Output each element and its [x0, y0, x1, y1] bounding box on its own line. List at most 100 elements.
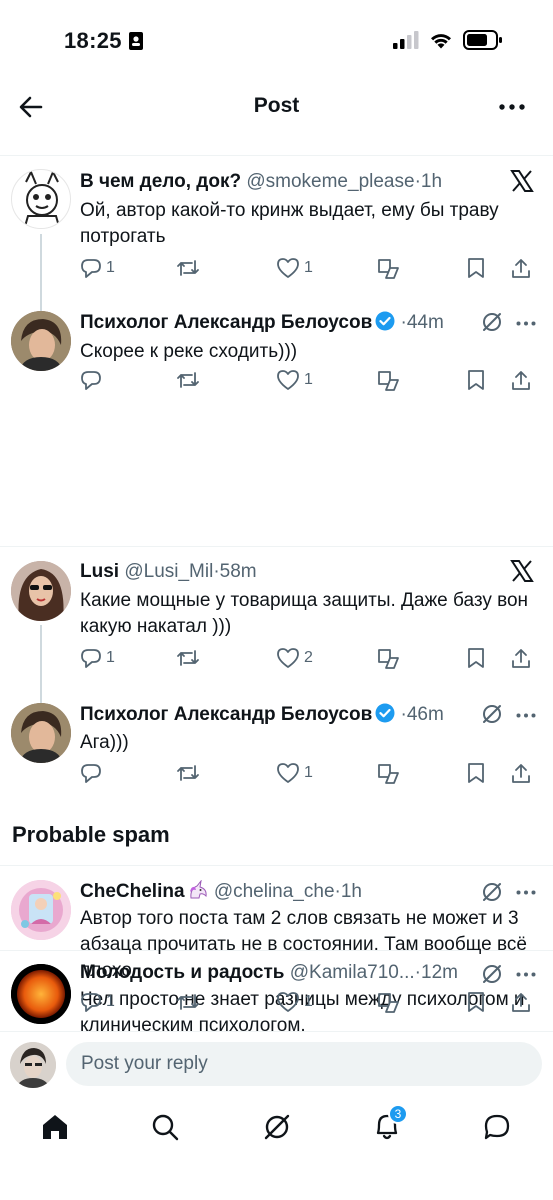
- grok-button[interactable]: [376, 647, 400, 669]
- status-bar: 18:25: [0, 0, 553, 80]
- reply-count: 1: [106, 649, 115, 666]
- tweet[interactable]: Lusi @Lusi_Mil·58m Какие мощные у товари…: [0, 547, 553, 715]
- timestamp[interactable]: 1h: [341, 881, 362, 902]
- contact-card-icon: [129, 32, 143, 50]
- home-icon: [43, 1115, 67, 1139]
- grok-icon[interactable]: [479, 309, 505, 335]
- more-options-button[interactable]: [495, 90, 529, 124]
- bookmark-button[interactable]: [466, 369, 486, 391]
- author-name[interactable]: Психолог Александр Белоусов: [80, 312, 372, 333]
- grok-analyze-icon: [378, 764, 399, 784]
- bookmark-icon: [468, 992, 484, 1012]
- retweet-button[interactable]: [176, 369, 204, 391]
- like-button[interactable]: 1: [276, 762, 313, 784]
- tweet-actions: 1: [80, 369, 539, 395]
- avatar[interactable]: [11, 311, 71, 371]
- reply-icon: [81, 764, 101, 783]
- bookmark-button[interactable]: [466, 257, 486, 279]
- share-button[interactable]: [510, 257, 532, 279]
- author-name[interactable]: В чем дело, док?: [80, 171, 241, 192]
- more-icon[interactable]: [513, 705, 539, 725]
- grok-icon[interactable]: [479, 879, 505, 905]
- author-name[interactable]: Lusi: [80, 561, 119, 582]
- like-button[interactable]: 2: [276, 647, 313, 669]
- reply-icon: [81, 371, 101, 390]
- tweet-header: В чем дело, док? @smokeme_please·1h: [80, 170, 493, 194]
- timestamp[interactable]: 44m: [407, 312, 444, 333]
- author-name[interactable]: Психолог Александр Белоусов: [80, 704, 372, 725]
- like-icon: [277, 648, 299, 668]
- grok-button[interactable]: [376, 369, 400, 391]
- like-icon: [277, 992, 299, 1012]
- author-handle[interactable]: @Lusi_Mil: [124, 561, 213, 582]
- bookmark-icon: [468, 763, 484, 783]
- retweet-button[interactable]: [176, 647, 204, 669]
- tweet[interactable]: Психолог Александр Белоусов ·46m Ага))) …: [0, 692, 553, 804]
- timestamp[interactable]: 46m: [407, 704, 444, 725]
- more-icon[interactable]: [513, 313, 539, 333]
- verified-badge-icon: [375, 311, 395, 331]
- reply-button[interactable]: [80, 762, 106, 784]
- grok-button[interactable]: [376, 762, 400, 784]
- messages-icon: [484, 1114, 510, 1140]
- tweet-text: Автор того поста там 2 слов связать не м…: [80, 908, 527, 981]
- like-button[interactable]: 1: [276, 991, 313, 1013]
- avatar[interactable]: [10, 1042, 56, 1088]
- avatar-photo-image: [10, 1042, 56, 1088]
- like-button[interactable]: 1: [276, 369, 313, 391]
- tweet[interactable]: Психолог Александр Белоусов ·44m Скорее …: [0, 291, 553, 402]
- retweet-button[interactable]: [176, 762, 204, 784]
- like-icon: [277, 763, 299, 783]
- author-handle[interactable]: @smokeme_please: [246, 171, 414, 192]
- retweet-button[interactable]: [176, 991, 204, 1013]
- retweet-button[interactable]: [176, 257, 204, 279]
- share-button[interactable]: [510, 762, 532, 784]
- grok-button[interactable]: [376, 991, 400, 1013]
- like-count: 1: [304, 259, 313, 276]
- bookmark-icon: [468, 648, 484, 668]
- bookmark-button[interactable]: [466, 647, 486, 669]
- tab-home[interactable]: [40, 1112, 70, 1142]
- timestamp[interactable]: 58m: [220, 561, 257, 582]
- share-button[interactable]: [510, 369, 532, 391]
- reply-button[interactable]: 1: [80, 257, 115, 279]
- grok-button[interactable]: [376, 257, 400, 279]
- share-button[interactable]: [510, 991, 532, 1013]
- share-button[interactable]: [510, 647, 532, 669]
- tab-messages[interactable]: [482, 1112, 512, 1142]
- tweet-actions: 11: [80, 257, 539, 283]
- reply-icon: [81, 259, 101, 278]
- reply-icon: [81, 993, 101, 1012]
- timestamp[interactable]: 1h: [421, 171, 442, 192]
- reply-icon: [81, 649, 101, 668]
- tab-search[interactable]: [150, 1112, 180, 1142]
- avatar[interactable]: [11, 169, 71, 229]
- tweet[interactable]: В чем дело, док? @smokeme_please·1h Ой, …: [0, 156, 553, 311]
- avatar[interactable]: [11, 703, 71, 763]
- avatar-collage-image: [11, 880, 71, 940]
- bookmark-button[interactable]: [466, 991, 486, 1013]
- more-icon[interactable]: [513, 882, 539, 902]
- grok-analyze-icon: [378, 649, 399, 669]
- reply-button[interactable]: 1: [80, 647, 115, 669]
- reply-button[interactable]: 1: [80, 991, 115, 1013]
- avatar-photo-image: [11, 311, 71, 371]
- tab-notifications[interactable]: 3: [372, 1104, 408, 1142]
- probable-spam-heading: Probable spam: [12, 822, 170, 847]
- share-icon: [512, 649, 530, 668]
- tab-grok[interactable]: [262, 1112, 292, 1142]
- avatar[interactable]: [11, 561, 71, 621]
- bottom-tab-bar: 3: [0, 1100, 553, 1160]
- avatar[interactable]: [11, 880, 71, 940]
- reply-button[interactable]: [80, 369, 106, 391]
- author-name[interactable]: CheChelina: [80, 881, 185, 902]
- grok-icon: [264, 1114, 290, 1140]
- avatar-cartoon-image: [23, 170, 61, 228]
- bookmark-button[interactable]: [466, 762, 486, 784]
- reply-input[interactable]: [66, 1042, 542, 1086]
- like-button[interactable]: 1: [276, 257, 313, 279]
- author-handle[interactable]: @chelina_che: [214, 881, 335, 902]
- grok-icon[interactable]: [479, 701, 505, 727]
- tweet[interactable]: CheChelina @chelina_che·1h Автор того по…: [0, 866, 553, 1031]
- tweet-text: Какие мощные у товарища защиты. Даже баз…: [80, 590, 529, 637]
